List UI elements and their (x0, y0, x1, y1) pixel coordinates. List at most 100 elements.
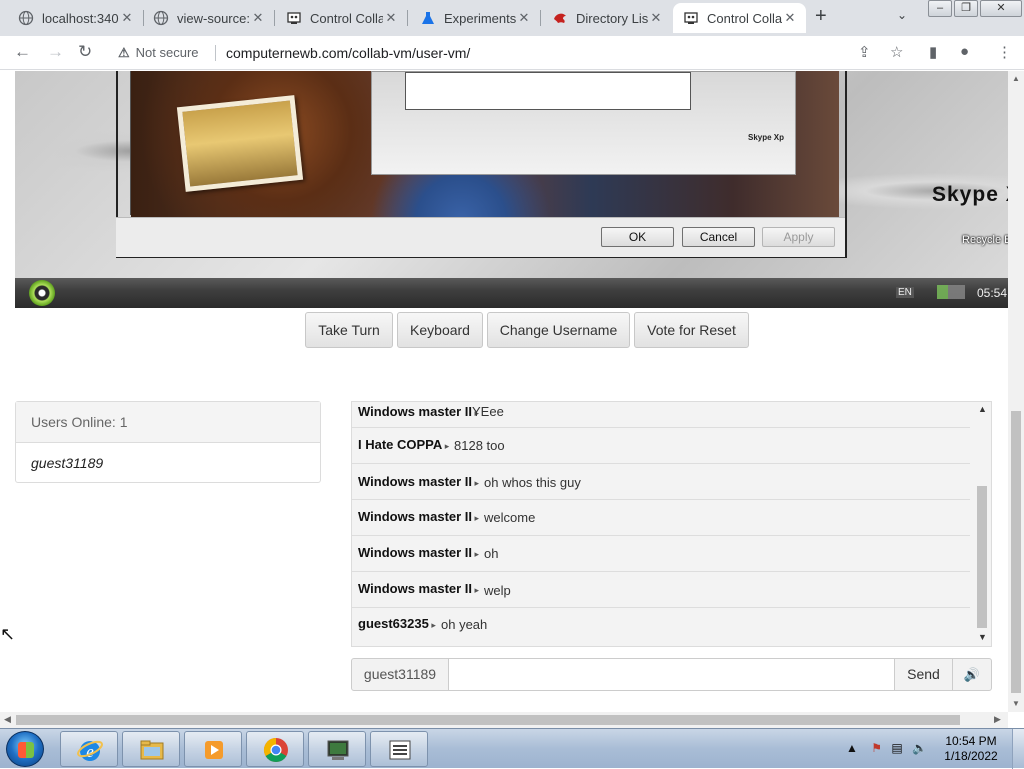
cancel-button[interactable]: Cancel (682, 227, 755, 247)
scroll-down-icon[interactable]: ▼ (1012, 699, 1020, 708)
show-desktop-button[interactable] (1012, 729, 1024, 769)
recycle-bin-label[interactable]: Recycle B (962, 234, 1008, 246)
close-icon[interactable]: ✕ (516, 10, 532, 26)
address-bar[interactable]: ⚠ Not secure computernewb.com/collab-vm/u… (112, 39, 918, 67)
taskbar-app[interactable]: e (60, 731, 118, 767)
user-list-item[interactable]: guest31189 (16, 443, 320, 483)
close-icon[interactable]: ✕ (119, 10, 135, 26)
volume-icon[interactable]: 🔈 (912, 741, 927, 755)
chat-username-label[interactable]: guest31189 (351, 658, 449, 691)
chat-scroll-thumb[interactable] (977, 486, 987, 628)
profile-icon[interactable]: ● (960, 43, 969, 60)
new-tab-icon[interactable]: + (815, 5, 827, 28)
side-panel-icon[interactable]: ▮ (929, 43, 937, 61)
chat-message: guest63235 ▸ oh yeah (352, 608, 970, 644)
vm-screen[interactable]: Skype Xp OK Cancel Apply Skype X Recycle… (15, 71, 1008, 308)
text-box (405, 72, 691, 110)
taskbar-app[interactable] (246, 731, 304, 767)
vm-taskbar: EN 05:54 (15, 278, 1008, 308)
network-icon[interactable]: ▤ (891, 741, 902, 755)
chevron-down-icon[interactable]: ⌄ (897, 8, 907, 22)
vm-start-orb-icon[interactable] (29, 280, 55, 306)
taskbar-app[interactable] (308, 731, 366, 767)
vm-tray-icons[interactable] (937, 285, 965, 299)
close-icon[interactable]: ✕ (383, 10, 399, 26)
users-online-panel: Users Online: 1 guest31189 (15, 401, 321, 483)
close-icon[interactable]: ✕ (648, 10, 664, 26)
taskbar-clock[interactable]: 10:54 PM 1/18/2022 (936, 734, 1006, 764)
reload-icon[interactable]: ↻ (78, 42, 92, 62)
wallpaper-preview: Skype Xp (130, 71, 839, 217)
take-turn-button[interactable]: Take Turn (305, 312, 393, 348)
star-icon[interactable]: ☆ (890, 43, 903, 61)
action-center-flag-icon[interactable]: ⚑ (871, 741, 882, 755)
restore-icon[interactable]: ❐ (954, 0, 978, 17)
chat-text: oh (484, 546, 499, 561)
page-content: Skype Xp OK Cancel Apply Skype X Recycle… (0, 71, 1008, 712)
vm-console-icon (327, 740, 349, 760)
close-icon[interactable]: ✕ (782, 10, 798, 26)
taskbar-app[interactable] (370, 731, 428, 767)
dialog-button-bar: OK Cancel Apply (116, 217, 845, 257)
scroll-up-icon[interactable]: ▲ (1012, 74, 1020, 83)
minimize-icon[interactable]: – (928, 0, 952, 17)
clock-time: 10:54 PM (945, 734, 997, 748)
chrome-icon (263, 738, 288, 763)
show-hidden-icons-icon[interactable]: ▲ (846, 741, 858, 755)
forward-arrow-icon[interactable]: → (47, 42, 64, 62)
menu-kebab-icon[interactable]: ⋮ (997, 43, 1012, 61)
close-icon[interactable]: ✕ (250, 10, 266, 26)
page-horizontal-scrollbar[interactable]: ◀ ▶ (0, 712, 1008, 728)
browser-tab[interactable]: Directory Lis ✕ (542, 3, 672, 33)
photo-frame-image (176, 95, 304, 192)
windows-taskbar: e ▲ ⚑ ▤ 🔈 10:54 PM 1/18/2022 (0, 728, 1024, 769)
close-window-icon[interactable]: ✕ (980, 0, 1022, 17)
back-arrow-icon[interactable]: ← (14, 42, 31, 62)
page-scroll-thumb[interactable] (1011, 411, 1021, 693)
browser-tab[interactable]: localhost:340 ✕ (8, 3, 143, 33)
language-indicator[interactable]: EN (896, 287, 914, 298)
globe-icon (153, 10, 169, 26)
taskbar-app[interactable] (184, 731, 242, 767)
tab-title: Experiments (444, 10, 516, 26)
url-text[interactable]: computernewb.com/collab-vm/user-vm/ (226, 45, 470, 61)
page-hscroll-thumb[interactable] (16, 715, 960, 725)
chat-text: oh yeah (441, 617, 488, 632)
globe-icon (18, 10, 34, 26)
chat-message: Windows master II ▸ oh whos this guy (352, 464, 970, 500)
browser-tab[interactable]: Experiments ✕ (410, 3, 540, 33)
security-indicator[interactable]: ⚠ Not secure (118, 45, 199, 61)
browser-tab[interactable]: Control Colla ✕ (276, 3, 407, 33)
chat-input-row: guest31189 Send 🔊 (351, 658, 992, 691)
share-icon[interactable]: ⇪ (858, 43, 871, 61)
browser-tab-active[interactable]: Control Colla ✕ (673, 3, 806, 33)
browser-tab[interactable]: view-source: ✕ (143, 3, 274, 33)
scroll-up-icon[interactable]: ▲ (978, 404, 987, 414)
chat-username: Windows master II ▸ (358, 509, 480, 524)
start-button[interactable] (6, 731, 44, 767)
scroll-left-icon[interactable]: ◀ (4, 714, 11, 725)
send-button[interactable]: Send (894, 658, 953, 691)
apply-button[interactable]: Apply (762, 227, 835, 247)
scroll-right-icon[interactable]: ▶ (994, 714, 1001, 725)
chat-arrow-icon: ▸ (472, 513, 480, 523)
ok-button[interactable]: OK (601, 227, 674, 247)
chat-username: Windows master II ▸ (358, 404, 480, 419)
vote-for-reset-button[interactable]: Vote for Reset (634, 312, 749, 348)
keyboard-button[interactable]: Keyboard (397, 312, 483, 348)
folder-icon (140, 740, 164, 760)
chat-message: Windows master II ▸ welp (352, 572, 970, 608)
chat-message: Windows master II ▸ YEee (352, 402, 970, 428)
speaker-icon[interactable]: 🔊 (952, 658, 992, 691)
chat-username: guest63235 ▸ (358, 616, 436, 631)
chat-username: Windows master II ▸ (358, 581, 480, 596)
page-vertical-scrollbar[interactable]: ▲ ▼ (1008, 71, 1024, 712)
scroll-down-icon[interactable]: ▼ (978, 632, 987, 642)
chat-input[interactable] (448, 658, 895, 691)
taskbar-app[interactable] (122, 731, 180, 767)
chat-text: YEee (472, 404, 504, 419)
internet-explorer-icon: e (77, 740, 103, 761)
chat-log[interactable]: Windows master II ▸ YEee I Hate COPPA ▸ … (351, 401, 992, 647)
change-username-button[interactable]: Change Username (487, 312, 630, 348)
chat-scrollbar[interactable]: ▲ ▼ (974, 402, 991, 646)
